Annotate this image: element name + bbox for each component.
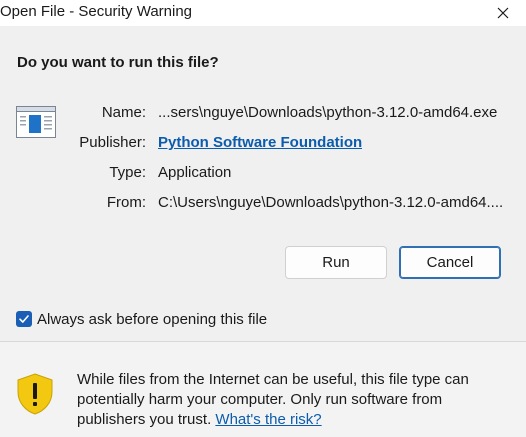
dialog-content: Do you want to run this file? Name: ...s… (0, 26, 526, 341)
always-ask-checkbox[interactable] (16, 311, 32, 327)
type-label: Type: (109, 164, 146, 181)
publisher-link[interactable]: Python Software Foundation (158, 134, 362, 151)
warning-footer: While files from the Internet can be use… (0, 342, 526, 437)
from-label: From: (106, 194, 146, 211)
security-warning-dialog: Open File - Security Warning Do you want… (0, 0, 526, 437)
warning-message: While files from the Internet can be use… (77, 370, 497, 430)
name-value: ...sers\nguye\Downloads\python-3.12.0-am… (158, 104, 498, 121)
from-value: C:\Users\nguye\Downloads\python-3.12.0-a… (158, 194, 504, 211)
always-ask-label: Always ask before opening this file (37, 310, 268, 328)
dialog-question: Do you want to run this file? (17, 54, 219, 71)
run-button[interactable]: Run (285, 246, 387, 279)
whats-the-risk-link[interactable]: What's the risk? (215, 411, 321, 428)
warning-shield-icon (17, 373, 53, 415)
type-value: Application (158, 164, 232, 181)
always-ask-checkbox-row[interactable]: Always ask before opening this file (16, 310, 267, 328)
close-button[interactable] (480, 0, 526, 26)
name-label: Name: (101, 104, 146, 121)
publisher-label: Publisher: (79, 134, 146, 151)
checkmark-icon (19, 315, 29, 323)
title-bar: Open File - Security Warning (0, 0, 526, 26)
window-title: Open File - Security Warning (0, 3, 193, 20)
cancel-button[interactable]: Cancel (399, 246, 501, 279)
close-icon (497, 7, 509, 19)
